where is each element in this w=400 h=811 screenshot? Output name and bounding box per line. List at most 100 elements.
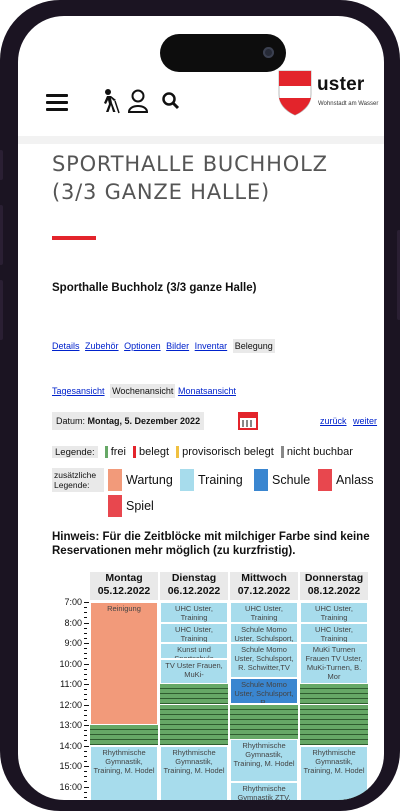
back-link[interactable]: zurück [320,416,347,426]
booking-block[interactable]: UHC Uster, Training [230,602,298,623]
day-header: Mittwoch 07.12.2022 [230,572,298,600]
booking-block[interactable]: Rhythmische Gymnastik, Training, M. Hode… [230,739,298,783]
date-label: Datum: [56,416,86,426]
time-tick [84,750,87,752]
booking-label: Rhythmische Gymnastik, Training, M. Hode… [93,747,155,775]
time-label: 16:00 [59,781,82,792]
time-tick [84,668,87,670]
time-tick [84,632,87,634]
next-link[interactable]: weiter [353,416,377,426]
day-name: Donnerstag [304,572,364,584]
booking-block[interactable]: UHC Uster, Training [160,622,228,643]
tab-zubehoer[interactable]: Zubehör [85,341,119,351]
booking-label: Kunst und Sportschule [174,645,214,660]
time-tick [84,740,87,742]
time-tick [84,653,87,655]
legend-not-bookable: nicht buchbar [280,446,353,458]
page-title: SPORTHALLE BUCHHOLZ (3/3 GANZE HALLE) [52,150,328,206]
booking-block[interactable]: UHC Uster, Training [300,602,368,623]
legend-training: Training [198,473,243,487]
time-tick [84,648,87,650]
booking-block[interactable]: TV Uster Frauen, MuKi- [160,659,228,684]
logo-text: uster [317,74,365,95]
booking-label: UHC Uster, Training [315,604,353,622]
time-tick [84,781,87,783]
tab-inventar[interactable]: Inventar [195,341,228,351]
day-column: UHC Uster, Training UHC Uster, Training Ku… [160,602,228,800]
booking-block[interactable]: Rhythmische Gymnastik, Training, M. Hode… [90,745,158,800]
time-tick [84,663,89,665]
booking-label: Schule Momo Uster, Schulsport, R. [234,679,294,705]
time-tick [84,786,89,788]
tab-details[interactable]: Details [52,341,80,351]
time-label: 11:00 [60,679,82,689]
screen: uster Wohnstadt am Wasser SPORTHALLE BUC… [18,16,384,800]
time-tick [84,704,89,706]
search-icon[interactable] [160,88,184,114]
booking-block[interactable]: Rhythmische Gymnastik ZTV, [230,782,298,800]
view-day[interactable]: Tagesansicht [52,386,105,396]
booking-block[interactable]: Schule Momo Uster, Schulsport, R. [230,622,298,643]
time-tick [84,673,87,675]
legend-game: Spiel [126,499,154,513]
legend: Legende: frei belegt provisorisch belegt… [52,446,384,458]
maintenance-swatch [108,469,122,491]
time-tick [84,730,87,732]
time-tick [84,607,87,609]
booking-block[interactable]: UHC Uster, Training [160,602,228,623]
uster-logo[interactable]: uster Wohnstadt am Wasser [278,70,384,126]
booking-label: Rhythmische Gymnastik, Training, M. Hode… [163,747,225,775]
booking-block[interactable]: Rhythmische Gymnastik, Training, M. Hode… [300,745,368,800]
day-name: Dienstag [171,572,217,584]
booking-block[interactable]: Kunst und Sportschule [160,643,228,660]
time-label: 12:00 [59,699,82,710]
tab-bilder[interactable]: Bilder [166,341,189,351]
booking-label: UHC Uster, Training [245,604,283,622]
tab-optionen[interactable]: Optionen [124,341,161,351]
booking-block[interactable]: Rhythmische Gymnastik, Training, M. Hode… [160,745,228,800]
title-underline [52,236,96,240]
time-tick [84,627,87,629]
day-header: Dienstag 06.12.2022 [160,572,228,600]
walking-person-icon[interactable] [98,88,122,114]
time-tick [84,766,89,767]
booking-block[interactable]: UHC Uster, Training [300,622,368,643]
tab-belegung[interactable]: Belegung [232,339,275,353]
time-tick [84,689,87,691]
day-date: 06.12.2022 [167,585,221,597]
hamburger-icon[interactable] [46,94,68,111]
legend-school: Schule [272,473,311,487]
booking-block[interactable]: Schule Momo Uster, Schulsport, R. Schwit… [230,643,298,678]
extra-legend: zusätzliche Legende: Wartung Training Sc… [52,468,382,517]
time-tick [84,725,89,726]
view-week[interactable]: Wochenansicht [110,384,176,398]
legend-label: Legende: [52,446,98,458]
booking-label: Rhythmische Gymnastik, Training, M. Hode… [303,747,365,775]
day-date: 07.12.2022 [237,585,291,597]
time-label: 8:00 [64,617,82,628]
legend-provisional: provisorisch belegt [176,446,274,458]
legend-free: frei [104,446,126,458]
booking-block[interactable]: Schule Momo Uster, Schulsport, R. [230,677,298,705]
booking-block[interactable]: MuKi Turnen Frauen TV Uster, MuKi-Turnen… [300,643,368,684]
time-tick [84,791,87,793]
time-tick [84,745,89,747]
view-month[interactable]: Monatsansicht [178,386,236,396]
time-tick [84,760,87,762]
time-tick [84,771,87,773]
time-tick [84,709,87,711]
day-name: Montag [105,572,143,584]
time-tick [84,602,89,603]
week-navigation: zurück weiter [316,416,377,426]
legend-event: Anlass [336,473,374,487]
user-icon[interactable] [126,88,150,114]
week-calendar: 7:00 8:00 9:00 10:00 11:00 12:00 13:00 14:00 15:… [52,572,384,800]
view-switcher: Tagesansicht Wochenansicht Monatsansicht [52,384,239,398]
calendar-icon[interactable] [238,412,258,430]
time-tick [84,678,87,680]
time-tick [84,694,87,696]
time-label: 9:00 [64,638,82,648]
time-tick [84,622,89,624]
hint-text: Hinweis: Für die Zeitblöcke mit milchige… [52,531,370,557]
booking-block[interactable]: Reinigung [90,602,158,725]
